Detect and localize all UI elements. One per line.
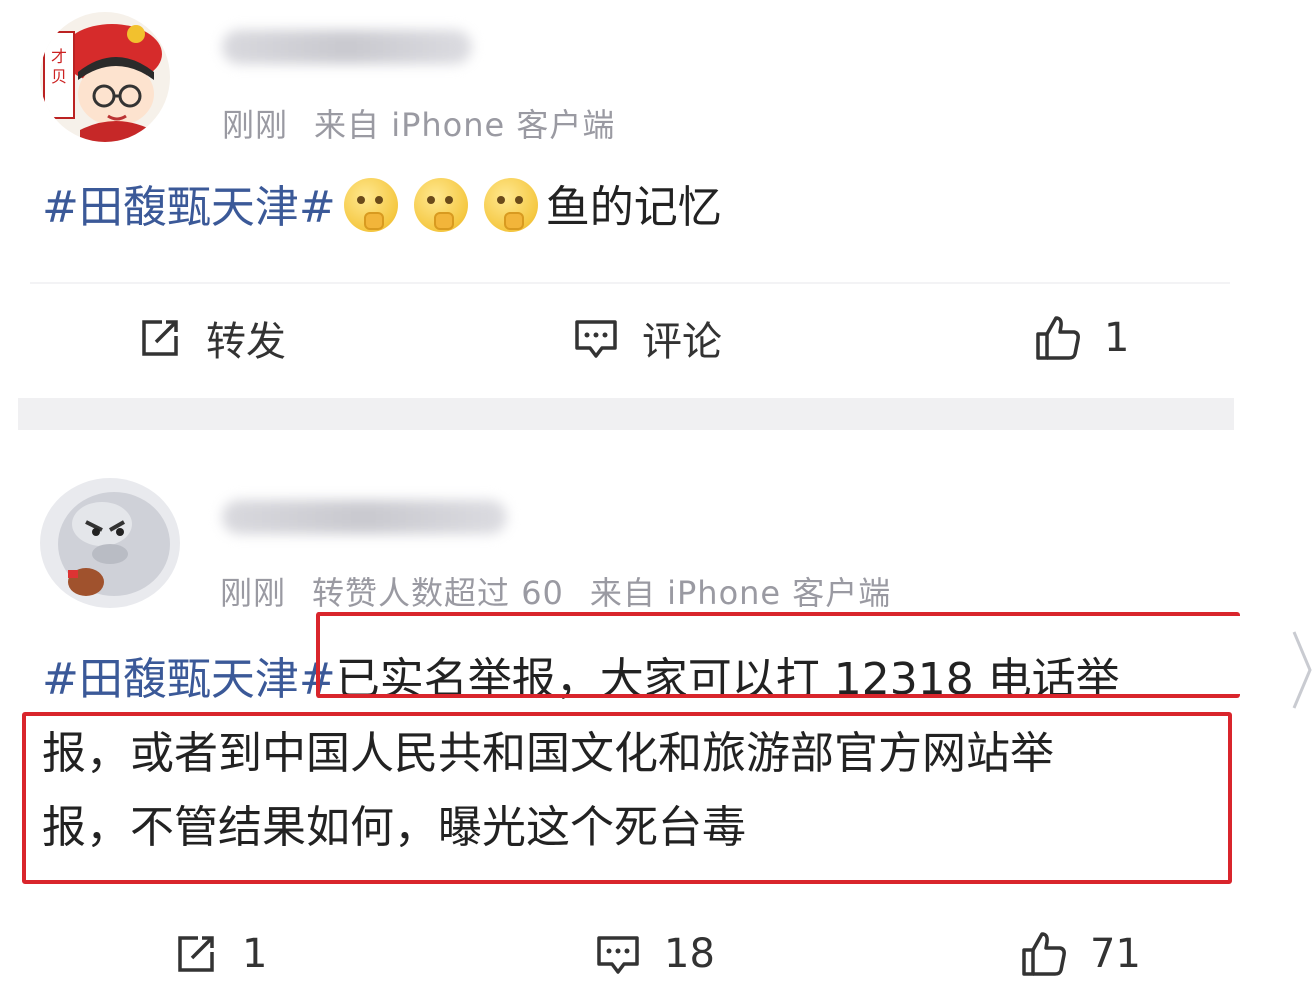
avatar[interactable]: 才 贝 [40, 12, 170, 142]
like-count: 1 [1104, 315, 1130, 361]
username-blurred[interactable] [222, 30, 472, 64]
repost-note: 转赞人数超过 60 [312, 574, 564, 612]
comment-label: 评论 [642, 319, 722, 365]
repost-button[interactable]: 转发 [136, 298, 286, 378]
topic-link[interactable]: #田馥甄天津# [42, 182, 336, 233]
post-separator [18, 398, 1234, 430]
chevron-right-icon[interactable] [1292, 630, 1312, 710]
post-time: 刚刚 [222, 106, 289, 144]
thinking-emoji-icon [343, 178, 398, 232]
post-meta: 刚刚 转赞人数超过 60 来自 iPhone 客户端 [220, 568, 917, 614]
svg-text:贝: 贝 [51, 67, 67, 86]
thumbs-up-icon [1036, 316, 1080, 360]
avatar[interactable] [40, 478, 180, 608]
thumbs-up-icon [1022, 932, 1066, 976]
highlight-box-top [316, 612, 1240, 698]
repost-label: 转发 [206, 319, 286, 365]
post-1: 才 贝 刚刚 来自 iPhone 客户端 #田馥甄天津# 鱼的记忆 转发 评论 1 [0, 0, 1240, 400]
thinking-emoji-icon [413, 178, 468, 232]
thinking-emoji-icon [483, 178, 538, 232]
post-source: 来自 iPhone 客户端 [589, 574, 892, 612]
repost-icon [178, 936, 214, 972]
post-time: 刚刚 [220, 574, 287, 612]
repost-button[interactable]: 1 [172, 914, 267, 994]
repost-icon [142, 320, 178, 356]
post-text: #田馥甄天津# 鱼的记忆 [42, 172, 722, 244]
divider [30, 282, 1230, 284]
post-actions: 1 18 71 [0, 914, 1240, 994]
post-source: 来自 iPhone 客户端 [314, 106, 616, 144]
svg-text:才: 才 [51, 47, 67, 66]
comment-button[interactable]: 18 [594, 914, 715, 994]
like-button[interactable]: 71 [1020, 914, 1141, 994]
post-actions: 转发 评论 1 [0, 298, 1240, 378]
post-text-body: 鱼的记忆 [545, 182, 722, 233]
username-blurred[interactable] [222, 500, 507, 534]
like-button[interactable]: 1 [1034, 298, 1129, 378]
comment-count: 18 [664, 931, 715, 977]
like-count: 71 [1090, 931, 1141, 977]
topic-link[interactable]: #田馥甄天津# [42, 654, 336, 705]
repost-count: 1 [242, 931, 268, 977]
comment-button[interactable]: 评论 [572, 298, 722, 378]
post-2: 刚刚 转赞人数超过 60 来自 iPhone 客户端 #田馥甄天津#已实名举报，大家… [0, 430, 1240, 996]
comment-icon [597, 936, 639, 974]
post-meta: 刚刚 来自 iPhone 客户端 [222, 100, 641, 146]
comment-icon [575, 320, 617, 358]
highlight-box-main [22, 712, 1232, 884]
